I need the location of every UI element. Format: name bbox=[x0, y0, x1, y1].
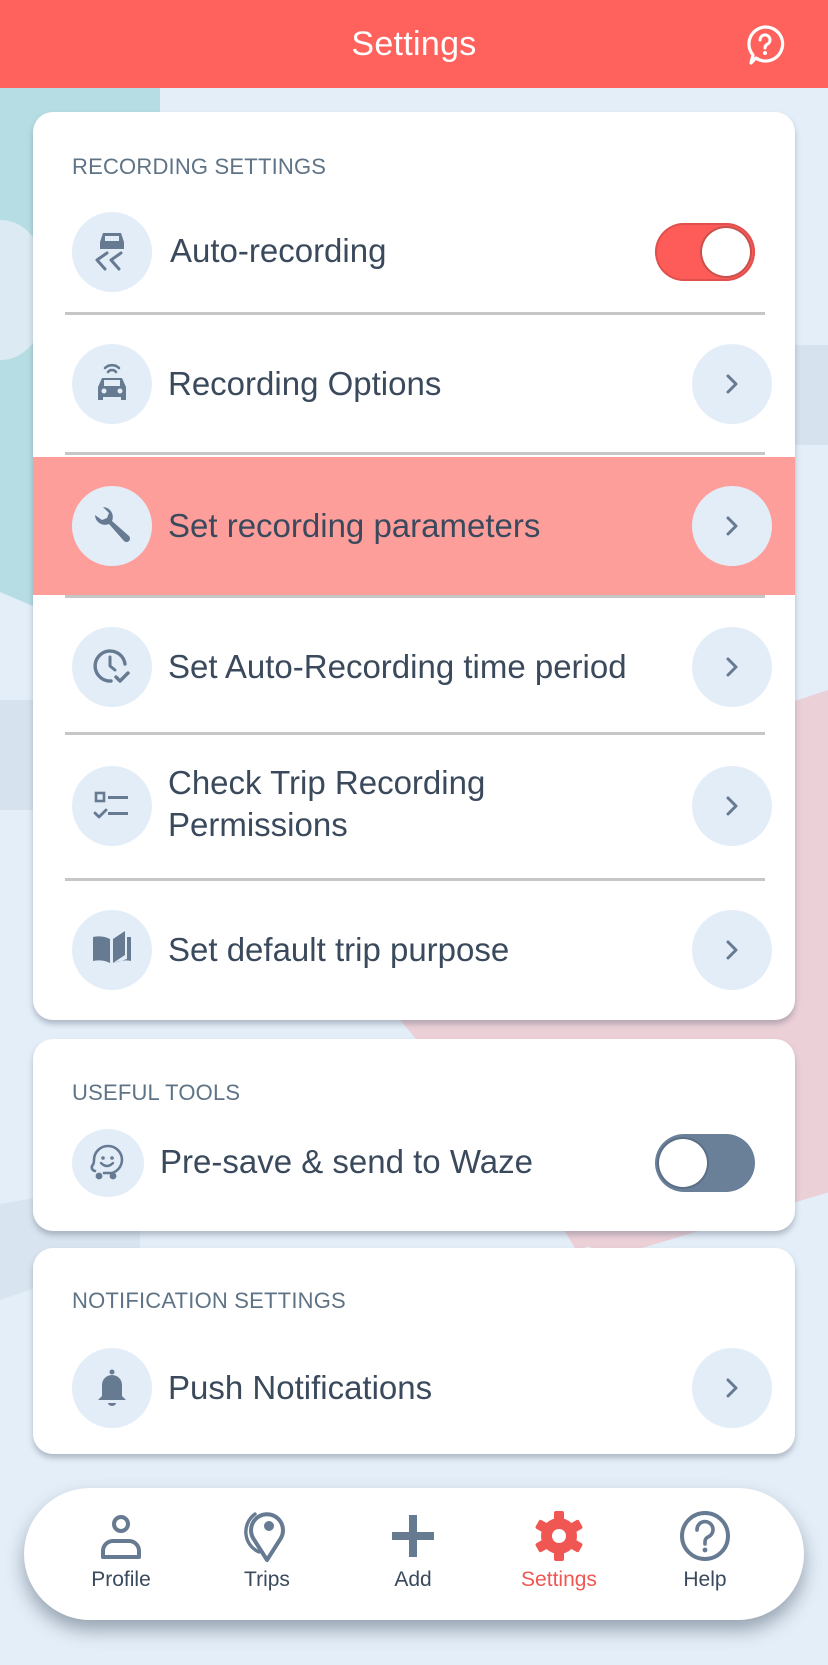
help-bubble-icon[interactable] bbox=[744, 24, 786, 66]
nav-item-profile[interactable]: Profile bbox=[61, 1508, 181, 1608]
section-label: USEFUL TOOLS bbox=[72, 1080, 241, 1105]
page-title: Settings bbox=[351, 24, 477, 63]
clock-check-icon bbox=[72, 627, 152, 707]
section-label: RECORDING SETTINGS bbox=[72, 154, 327, 179]
auto-recording-toggle[interactable] bbox=[655, 223, 755, 281]
wrench-icon bbox=[72, 486, 152, 566]
recording-options-row[interactable]: Recording Options bbox=[33, 315, 795, 452]
nav-label: Trips bbox=[244, 1568, 290, 1591]
push-notifications-label: Push Notifications bbox=[168, 1369, 433, 1406]
toggle-knob bbox=[702, 228, 750, 276]
chevron-right-icon[interactable] bbox=[692, 1348, 772, 1428]
gear-icon bbox=[531, 1508, 587, 1564]
plus-icon bbox=[385, 1508, 441, 1564]
waze-label: Pre-save & send to Waze bbox=[160, 1143, 533, 1180]
book-icon bbox=[72, 910, 152, 990]
nav-item-help[interactable]: Help bbox=[645, 1508, 765, 1608]
divider bbox=[65, 452, 765, 455]
chevron-right-icon[interactable] bbox=[692, 766, 772, 846]
recording-settings-card: RECORDING SETTINGS Auto-recording Record… bbox=[33, 112, 795, 1020]
chevron-right-icon[interactable] bbox=[692, 344, 772, 424]
bottom-navigation: Profile Trips Add Settings Help bbox=[24, 1488, 804, 1620]
toggle-knob bbox=[659, 1139, 707, 1187]
person-icon bbox=[93, 1508, 149, 1564]
auto-recording-row: Auto-recording bbox=[33, 200, 795, 304]
nav-label: Settings bbox=[521, 1568, 597, 1591]
map-pin-icon bbox=[239, 1508, 295, 1564]
waze-icon bbox=[72, 1129, 144, 1197]
useful-tools-card: USEFUL TOOLS Pre-save & send to Waze bbox=[33, 1039, 795, 1231]
section-label: NOTIFICATION SETTINGS bbox=[72, 1288, 346, 1313]
nav-item-settings[interactable]: Settings bbox=[499, 1508, 619, 1608]
check-permissions-row[interactable]: Check Trip Recording Permissions bbox=[33, 735, 795, 877]
nav-label: Add bbox=[394, 1568, 432, 1591]
set-recording-parameters-label: Set recording parameters bbox=[168, 507, 541, 544]
nav-item-add[interactable]: Add bbox=[353, 1508, 473, 1608]
waze-row: Pre-save & send to Waze bbox=[33, 1123, 795, 1203]
app-header: Settings bbox=[0, 0, 828, 88]
auto-recording-time-period-label: Set Auto-Recording time period bbox=[168, 648, 627, 685]
checklist-icon bbox=[72, 766, 152, 846]
waze-toggle[interactable] bbox=[655, 1134, 755, 1192]
chevron-right-icon[interactable] bbox=[692, 486, 772, 566]
push-notifications-row[interactable]: Push Notifications bbox=[33, 1340, 795, 1436]
recording-options-label: Recording Options bbox=[168, 365, 442, 402]
connected-car-icon bbox=[72, 344, 152, 424]
auto-recording-label: Auto-recording bbox=[170, 232, 387, 269]
set-recording-parameters-row[interactable]: Set recording parameters bbox=[33, 457, 795, 595]
car-skid-icon bbox=[72, 212, 152, 292]
notification-settings-card: NOTIFICATION SETTINGS Push Notifications bbox=[33, 1248, 795, 1454]
check-permissions-label: Check Trip Recording Permissions bbox=[168, 762, 485, 846]
question-circle-icon bbox=[677, 1508, 733, 1564]
nav-label: Profile bbox=[91, 1568, 151, 1591]
nav-label: Help bbox=[683, 1568, 727, 1591]
default-trip-purpose-row[interactable]: Set default trip purpose bbox=[33, 881, 795, 1018]
auto-recording-time-period-row[interactable]: Set Auto-Recording time period bbox=[33, 598, 795, 735]
chevron-right-icon[interactable] bbox=[692, 627, 772, 707]
nav-item-trips[interactable]: Trips bbox=[207, 1508, 327, 1608]
default-trip-purpose-label: Set default trip purpose bbox=[168, 931, 510, 968]
check-permissions-label-line1: Check Trip Recording bbox=[168, 764, 486, 801]
bell-icon bbox=[72, 1348, 152, 1428]
check-permissions-label-line2: Permissions bbox=[168, 806, 348, 843]
chevron-right-icon[interactable] bbox=[692, 910, 772, 990]
